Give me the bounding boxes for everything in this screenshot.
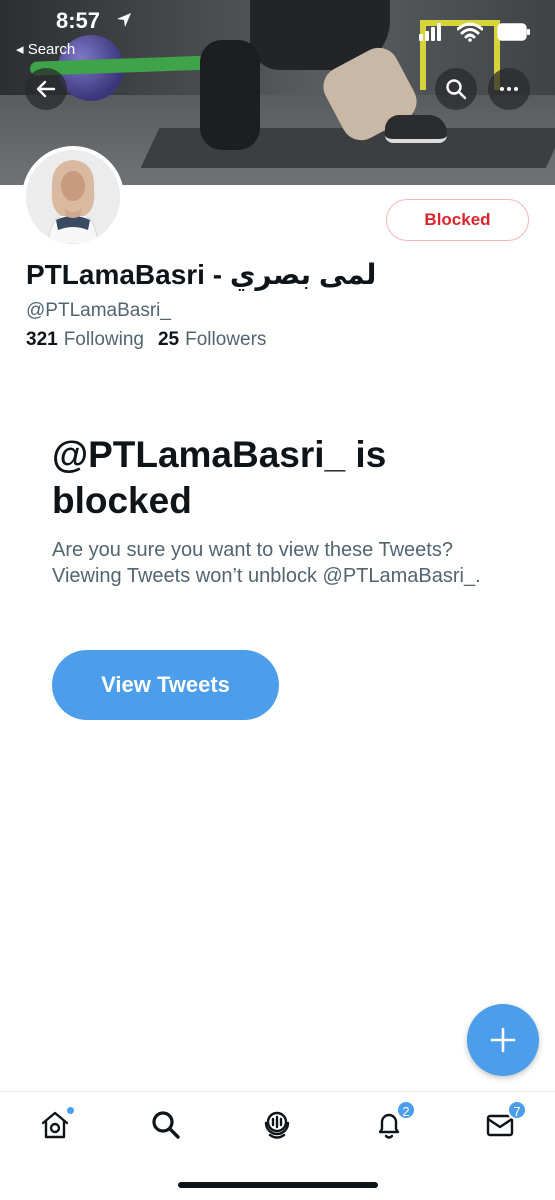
tab-home[interactable]: [38, 1106, 75, 1142]
search-icon: [446, 79, 467, 100]
home-indicator: [178, 1182, 378, 1188]
tab-messages[interactable]: 7: [483, 1100, 527, 1142]
home-icon: [41, 1111, 69, 1139]
search-icon: [152, 1111, 180, 1139]
compose-tweet-button[interactable]: [467, 1004, 539, 1076]
tab-search[interactable]: [149, 1108, 183, 1142]
followers-count: 25: [157, 329, 180, 350]
profile-display-name: PTLamaBasri - لمى بصري: [26, 259, 377, 290]
avatar[interactable]: [22, 146, 124, 248]
location-arrow-icon: [117, 13, 131, 27]
followers-label: Followers: [185, 329, 267, 350]
blocked-title: @PTLamaBasri_ is blocked: [52, 434, 387, 521]
more-options-button[interactable]: [488, 68, 530, 110]
spaces-icon: [264, 1111, 290, 1139]
view-tweets-button[interactable]: View Tweets: [52, 650, 279, 720]
more-horizontal-icon: [500, 87, 518, 91]
cellular-signal-icon: [419, 23, 441, 41]
tab-spaces[interactable]: [260, 1108, 294, 1142]
battery-icon: [497, 23, 530, 41]
banner-knee: [200, 40, 260, 150]
notifications-badge: 2: [396, 1100, 416, 1120]
plus-icon: [490, 1027, 516, 1053]
home-notification-dot: [66, 1106, 75, 1115]
follow-counts: 321 Following 25 Followers: [26, 329, 266, 351]
avatar-portrait: [26, 150, 120, 244]
messages-badge: 7: [507, 1100, 527, 1120]
banner-shoe: [385, 115, 447, 143]
back-to-search-link[interactable]: ◂ Search: [16, 40, 75, 58]
tab-notifications[interactable]: 2: [372, 1100, 416, 1142]
profile-handle: @PTLamaBasri_: [26, 300, 171, 321]
back-button[interactable]: [25, 68, 67, 110]
following-label: Following: [63, 329, 144, 350]
status-indicators: [419, 22, 531, 42]
following-link[interactable]: 321 Following: [26, 329, 144, 351]
following-count: 321: [26, 329, 58, 350]
blocked-description: Are you sure you want to view these Twee…: [52, 539, 481, 587]
search-profile-button[interactable]: [435, 68, 477, 110]
wifi-icon: [457, 22, 483, 42]
arrow-left-icon: [36, 80, 56, 98]
avatar-photo: [26, 150, 120, 244]
followers-link[interactable]: 25 Followers: [158, 329, 266, 351]
status-time: 8:57: [56, 8, 101, 33]
blocked-button[interactable]: Blocked: [386, 199, 529, 241]
